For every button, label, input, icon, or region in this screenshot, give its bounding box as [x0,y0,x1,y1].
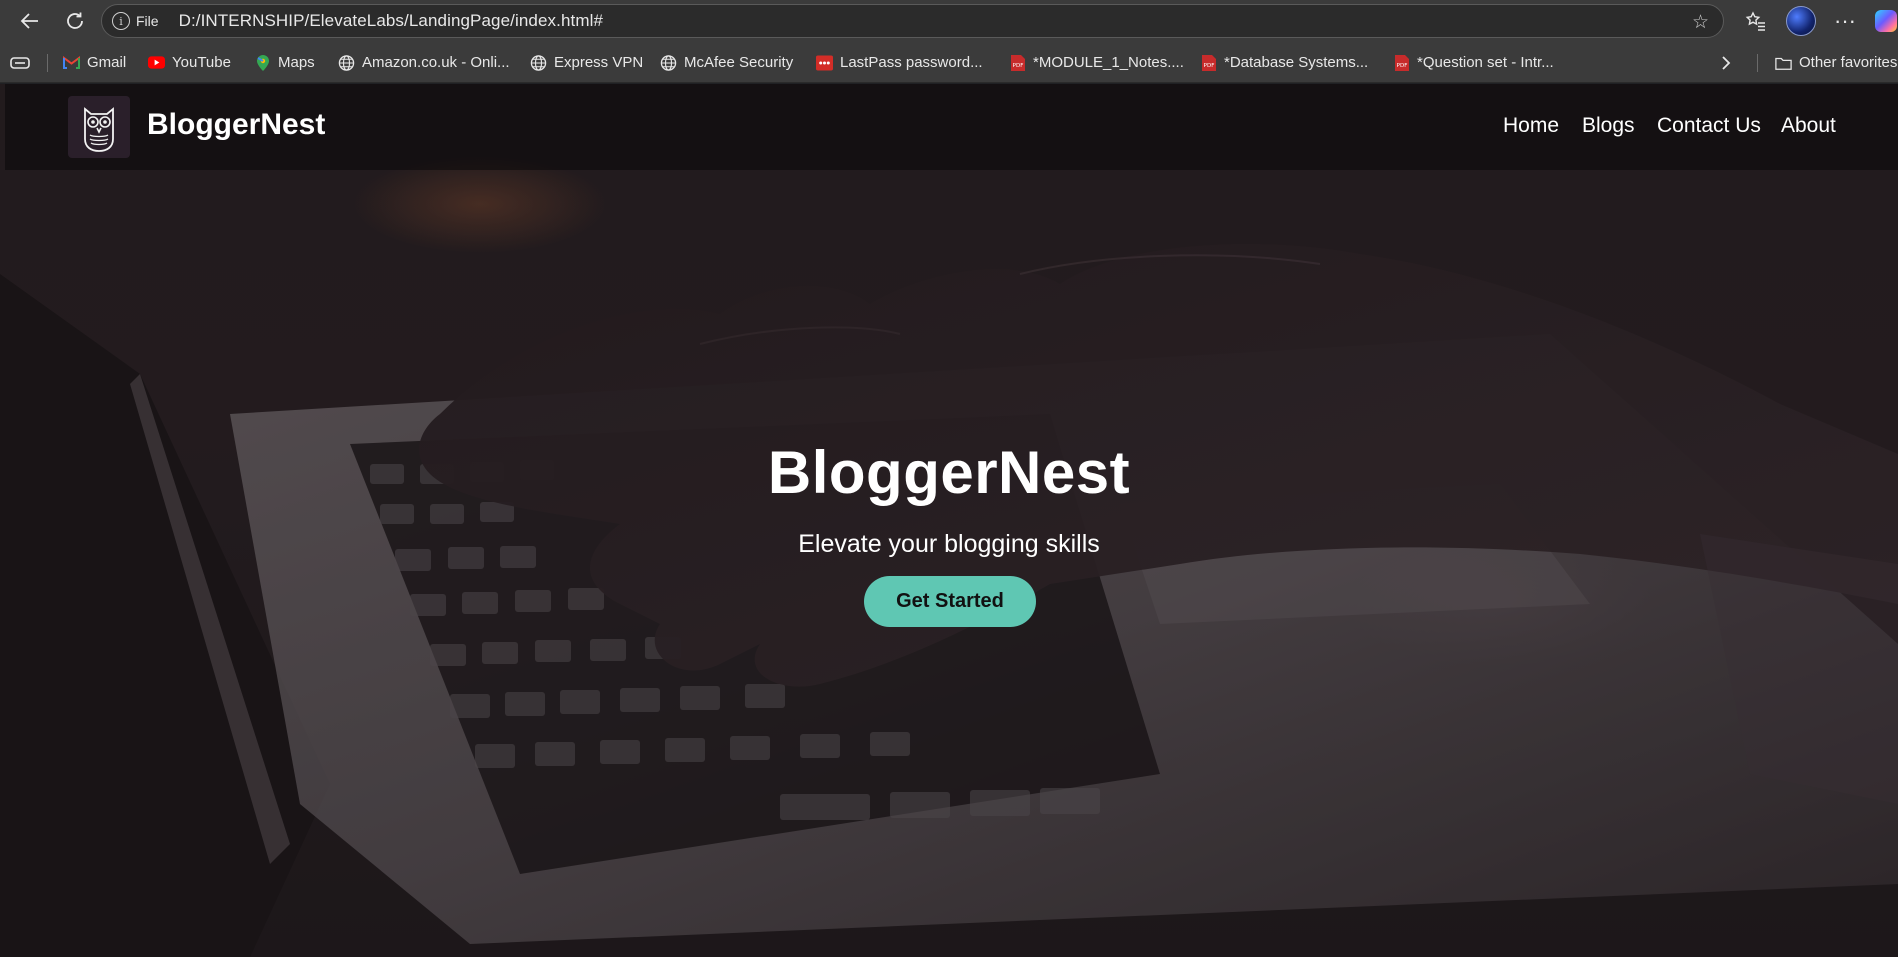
folder-icon [1775,54,1792,71]
nav-about[interactable]: About [1781,114,1836,138]
info-icon[interactable]: i [112,12,130,30]
reading-list-icon[interactable] [10,42,30,83]
bookmark-label: YouTube [172,54,231,71]
hero-title: BloggerNest [767,439,1131,506]
svg-text:PDF: PDF [1012,63,1023,69]
site-logo[interactable] [68,96,130,158]
globe-icon [338,54,355,71]
bookmark-label: McAfee Security [684,54,794,71]
nav-home[interactable]: Home [1503,114,1559,138]
youtube-icon [148,54,165,71]
bookmark-amazon[interactable]: Amazon.co.uk - Onli... [338,42,510,83]
pdf-icon: PDF [1393,54,1410,71]
svg-text:PDF: PDF [1396,63,1407,69]
profile-avatar[interactable] [1784,0,1818,42]
bookmark-label: LastPass password... [840,54,983,71]
address-bar[interactable]: i File D:/INTERNSHIP/ElevateLabs/Landing… [101,4,1724,38]
bookmark-question-set[interactable]: PDF *Question set - Intr... [1393,42,1554,83]
pdf-icon: PDF [1200,54,1217,71]
chevron-right-icon[interactable] [1720,42,1732,83]
lastpass-icon [816,54,833,71]
bookmark-module-notes[interactable]: PDF *MODULE_1_Notes.... [1009,42,1184,83]
site-header: BloggerNest Home Blogs Contact Us About [5,84,1898,170]
maps-icon [254,54,271,71]
favorites-icon[interactable] [1740,0,1772,42]
browser-toolbar: i File D:/INTERNSHIP/ElevateLabs/Landing… [0,0,1898,42]
hero-subtitle: Elevate your blogging skills [798,530,1100,558]
globe-icon [530,54,547,71]
bookmark-gmail[interactable]: Gmail [63,42,126,83]
copilot-icon[interactable] [1874,0,1898,42]
bookmark-mcafee[interactable]: McAfee Security [660,42,793,83]
bookmarks-bar: Gmail YouTube Maps Amazon.co.uk - Onli..… [0,42,1898,83]
bookmark-label: Express VPN [554,54,644,71]
bookmark-lastpass[interactable]: LastPass password... [816,42,983,83]
get-started-button[interactable]: Get Started [864,576,1036,627]
omnibox-file-label: File [136,13,159,29]
back-icon[interactable] [12,3,48,39]
hero-overlay [0,84,1898,957]
more-icon[interactable]: ··· [1830,0,1860,42]
pdf-icon: PDF [1009,54,1026,71]
gmail-icon [63,54,80,71]
page-viewport: BloggerNest Home Blogs Contact Us About … [0,84,1898,957]
bookmark-label: *MODULE_1_Notes.... [1033,54,1184,71]
owl-icon [84,107,114,152]
bookmark-label: Amazon.co.uk - Onli... [362,54,510,71]
star-icon[interactable]: ☆ [1692,11,1709,34]
bookmark-maps[interactable]: Maps [254,42,315,83]
bookmark-youtube[interactable]: YouTube [148,42,231,83]
bookmark-label: Gmail [87,54,127,71]
bookmark-other-favorites[interactable]: Other favorites [1775,42,1897,83]
nav-blogs[interactable]: Blogs [1582,114,1635,138]
bookmark-database-systems[interactable]: PDF *Database Systems... [1200,42,1368,83]
bookmark-label: Maps [278,54,315,71]
site-brand[interactable]: BloggerNest [147,108,325,142]
bookmark-label: *Question set - Intr... [1417,54,1554,71]
bookmark-label: *Database Systems... [1224,54,1369,71]
refresh-icon[interactable] [57,3,93,39]
globe-icon [660,54,677,71]
bookmark-label: Other favorites [1799,54,1898,71]
url-text[interactable]: D:/INTERNSHIP/ElevateLabs/LandingPage/in… [179,11,603,31]
nav-contact-us[interactable]: Contact Us [1657,114,1761,138]
bookmark-express-vpn[interactable]: Express VPN [530,42,643,83]
svg-text:PDF: PDF [1203,63,1214,69]
